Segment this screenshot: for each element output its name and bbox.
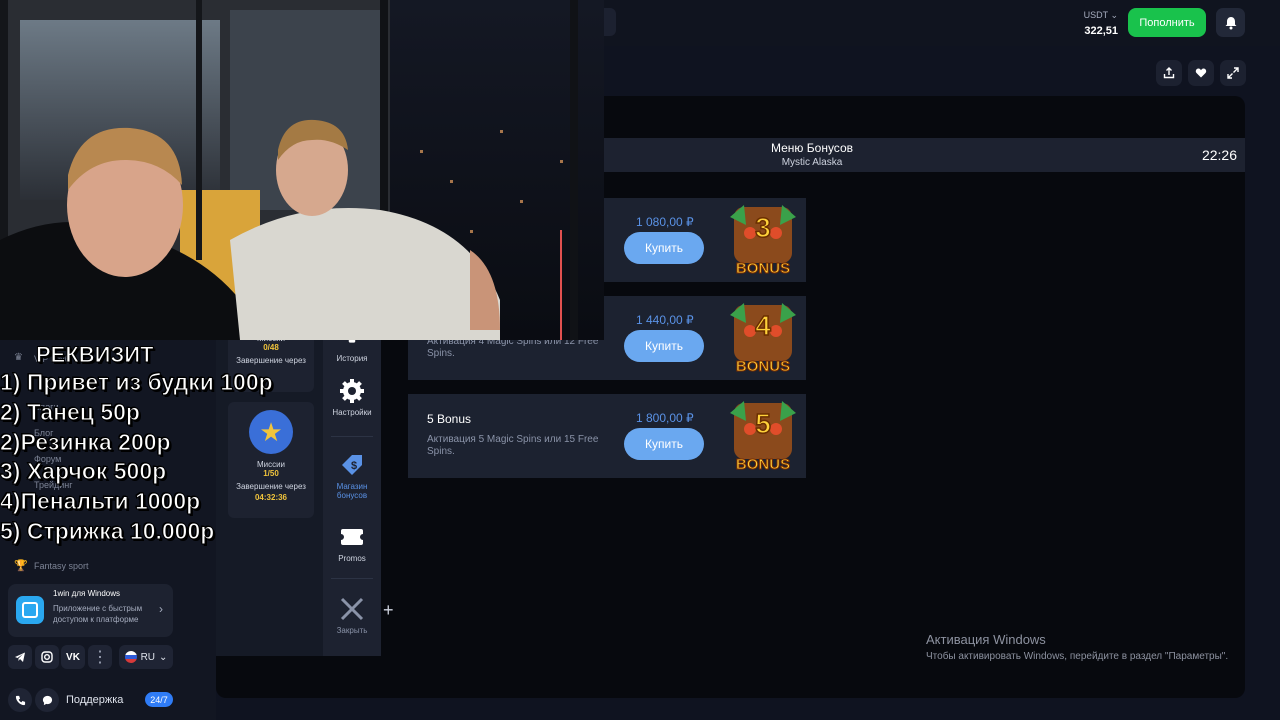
promo-title: 1win для Windows [53, 589, 121, 598]
share-icon [1163, 67, 1175, 79]
bonus-art-text: BONUS [736, 456, 790, 473]
tag-icon: $ [342, 455, 362, 475]
windows-app-icon [16, 596, 44, 624]
svg-text:$: $ [351, 460, 357, 472]
instagram-icon [41, 651, 53, 663]
phone-icon [15, 695, 25, 705]
bonus-shop-button[interactable]: $ Магазин бонусов [323, 452, 381, 500]
webcam-video [0, 0, 604, 340]
bonus-mask-icon: 3 BONUS [730, 205, 796, 277]
support-badge: 24/7 [145, 692, 173, 707]
bonus-art-text: BONUS [736, 358, 790, 375]
close-menu-button[interactable]: Закрыть [323, 596, 381, 635]
favorite-button[interactable] [1188, 60, 1214, 86]
language-selector[interactable]: RU ⌄ [119, 645, 173, 669]
buy-button[interactable]: Купить [624, 330, 704, 362]
promos-button[interactable]: Promos [323, 524, 381, 563]
language-label: RU [140, 651, 156, 663]
balance-display[interactable]: USDT ⌄ 322,51 [1070, 10, 1118, 37]
windows-app-promo[interactable]: 1win для Windows Приложение с быстрым до… [8, 584, 173, 637]
bonus-art-text: BONUS [736, 260, 790, 277]
bell-icon [1225, 16, 1236, 29]
support-label[interactable]: Поддержка [66, 694, 123, 706]
instagram-button[interactable] [35, 645, 59, 669]
chevron-right-icon: › [159, 602, 163, 616]
heart-icon [1195, 68, 1207, 78]
bonus-shop-label: Магазин бонусов [336, 482, 368, 500]
promos-label: Promos [338, 554, 366, 563]
plus-icon: + [383, 600, 394, 620]
ticket-icon [339, 529, 365, 545]
activation-text: Чтобы активировать Windows, перейдите в … [926, 651, 1229, 662]
deposit-button[interactable]: Пополнить [1128, 8, 1206, 37]
divider [331, 578, 373, 579]
telegram-icon [15, 652, 25, 662]
vk-button[interactable]: VK [61, 645, 85, 669]
settings-button[interactable]: Настройки [323, 378, 381, 417]
windows-activation-watermark: Активация Windows Чтобы активировать Win… [926, 632, 1228, 662]
game-name: Mystic Alaska [781, 157, 843, 168]
history-button[interactable]: История [323, 338, 381, 363]
gear-icon [340, 379, 364, 403]
history-label: История [336, 354, 368, 363]
divider [331, 436, 373, 437]
bonus-level: 5 [755, 408, 771, 439]
game-clock: 22:26 [1201, 147, 1237, 163]
overlay-line: 2)Резинка 200р [0, 428, 171, 455]
bonus-price: 1 440,00 ₽ [636, 313, 694, 327]
phone-button[interactable] [8, 688, 32, 712]
expand-icon [1227, 67, 1239, 79]
bonus-mask-icon: 5 BONUS [730, 401, 796, 473]
bonus-menu-header: Меню Бонусов Mystic Alaska 22:26 [600, 138, 1245, 172]
more-vertical-icon: ⋮ [92, 649, 108, 666]
overlay-line: 1) Привет из будки 100р [0, 369, 273, 396]
game-side-menu: История Настройки $ Магазин бонусов Prom… [323, 338, 381, 656]
bonus-price: 1 800,00 ₽ [636, 411, 694, 425]
telegram-button[interactable] [8, 645, 32, 669]
bonus-level: 4 [755, 310, 771, 341]
bonus-menu-title: Меню Бонусов [771, 141, 853, 155]
close-label: Закрыть [336, 626, 368, 635]
overlay-line: 5) Стрижка 10.000р [0, 517, 215, 544]
chat-button[interactable] [35, 688, 59, 712]
bonus-card: 5 Bonus Активация 5 Magic Spins или 15 F… [408, 394, 806, 478]
fullscreen-button[interactable] [1220, 60, 1246, 86]
notifications-button[interactable] [1216, 8, 1245, 37]
overlay-heading: РЕКВИЗИТ [36, 342, 155, 368]
buy-button[interactable]: Купить [624, 232, 704, 264]
overlay-line: 2) Танец 50р [0, 398, 140, 425]
bonus-description: Активация 5 Magic Spins или 15 Free Spin… [427, 434, 599, 457]
settings-label: Настройки [332, 408, 372, 417]
overlay-line: 3) Харчок 500р [0, 458, 167, 485]
trophy-icon: 🏆 [14, 560, 28, 572]
buy-button[interactable]: Купить [624, 428, 704, 460]
promo-text: Приложение с быстрым доступом к платформ… [53, 604, 143, 624]
close-icon [340, 597, 364, 621]
flag-ru-icon [124, 651, 137, 663]
webcam-scene-image [0, 0, 604, 340]
sidebar-item-fantasy[interactable]: Fantasy sport [34, 561, 89, 571]
more-button[interactable]: ⋮ [88, 645, 112, 669]
currency-label: USDT [1083, 10, 1108, 20]
chevron-down-icon: ⌄ [1110, 10, 1118, 20]
bonus-mask-icon: 4 BONUS [730, 303, 796, 375]
bonus-price: 1 080,00 ₽ [636, 215, 694, 229]
activation-heading: Активация Windows [926, 632, 1046, 647]
vk-icon: VK [66, 651, 80, 663]
bonus-title: 5 Bonus [427, 412, 472, 426]
share-button[interactable] [1156, 60, 1182, 86]
overlay-line: 4)Пенальти 1000р [0, 488, 201, 515]
balance-amount: 322,51 [1084, 25, 1118, 37]
donation-overlay: РЕКВИЗИТ 1) Привет из будки 100р 2) Тане… [0, 342, 300, 547]
chat-icon [42, 695, 52, 705]
chevron-down-icon: ⌄ [159, 651, 168, 663]
bonus-level: 3 [755, 212, 771, 243]
